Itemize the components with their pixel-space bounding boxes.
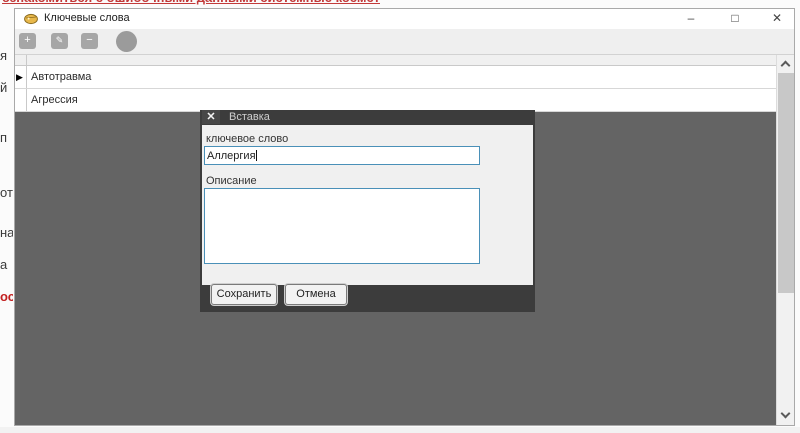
- background-text-fragment: на: [0, 225, 13, 240]
- scroll-down-icon[interactable]: [777, 407, 794, 425]
- background-text-fragment: я: [0, 48, 13, 63]
- background-text-fragment: ос: [0, 289, 13, 304]
- row-label: Агрессия: [31, 94, 78, 106]
- add-icon[interactable]: +: [19, 33, 36, 49]
- background-text-fragment: й: [0, 80, 13, 95]
- desktop-background: [0, 427, 800, 433]
- scrollbar-thumb[interactable]: [778, 73, 794, 293]
- insert-dialog: ✕ Вставка ключевое слово Аллергия Описан…: [200, 110, 535, 312]
- app-icon: [24, 12, 38, 25]
- window-title: Ключевые слова: [44, 12, 130, 24]
- dialog-close-icon[interactable]: ✕: [202, 110, 220, 124]
- gutter-divider: [26, 89, 27, 111]
- row-label: Автотравма: [31, 71, 91, 83]
- background-text-fragment: а: [0, 257, 13, 272]
- cancel-button[interactable]: Отмена: [285, 284, 347, 305]
- current-row-indicator: ▶: [16, 72, 23, 83]
- dialog-body: ключевое слово Аллергия Описание: [202, 125, 533, 285]
- background-clipped-headline: ознакомиться с ошибочными данными систем…: [0, 0, 380, 7]
- dialog-title: Вставка: [229, 111, 270, 123]
- vertical-scrollbar[interactable]: [776, 55, 794, 425]
- background-text-fragment: от: [0, 185, 13, 200]
- remove-icon[interactable]: −: [81, 33, 98, 49]
- table-row[interactable]: ▶ Автотравма: [15, 66, 776, 89]
- keywords-grid: ▶ Автотравма Агрессия: [15, 55, 776, 112]
- grid-header: [15, 55, 776, 66]
- keyword-input[interactable]: Аллергия: [204, 146, 480, 165]
- gutter-divider: [26, 66, 27, 88]
- window-titlebar[interactable]: Ключевые слова – □ ✕: [15, 9, 794, 29]
- scroll-up-icon[interactable]: [777, 55, 794, 73]
- save-button[interactable]: Сохранить: [211, 284, 277, 305]
- gutter-divider: [26, 55, 27, 65]
- close-button[interactable]: ✕: [762, 9, 792, 29]
- keyword-input-value: Аллергия: [207, 150, 256, 162]
- minimize-button[interactable]: –: [676, 9, 706, 29]
- dialog-footer: Сохранить Отмена: [200, 285, 535, 312]
- description-textarea[interactable]: [204, 188, 480, 264]
- status-circle-icon[interactable]: [116, 31, 137, 52]
- table-row[interactable]: Агрессия: [15, 89, 776, 112]
- text-caret: [256, 150, 257, 161]
- dialog-titlebar: ✕ Вставка: [200, 110, 535, 124]
- edit-icon[interactable]: ✎: [51, 33, 68, 49]
- maximize-button[interactable]: □: [720, 9, 750, 29]
- background-text-fragment: п: [0, 130, 13, 145]
- toolbar: + ✎ −: [15, 29, 794, 55]
- keyword-label: ключевое слово: [206, 133, 288, 145]
- description-label: Описание: [206, 175, 257, 187]
